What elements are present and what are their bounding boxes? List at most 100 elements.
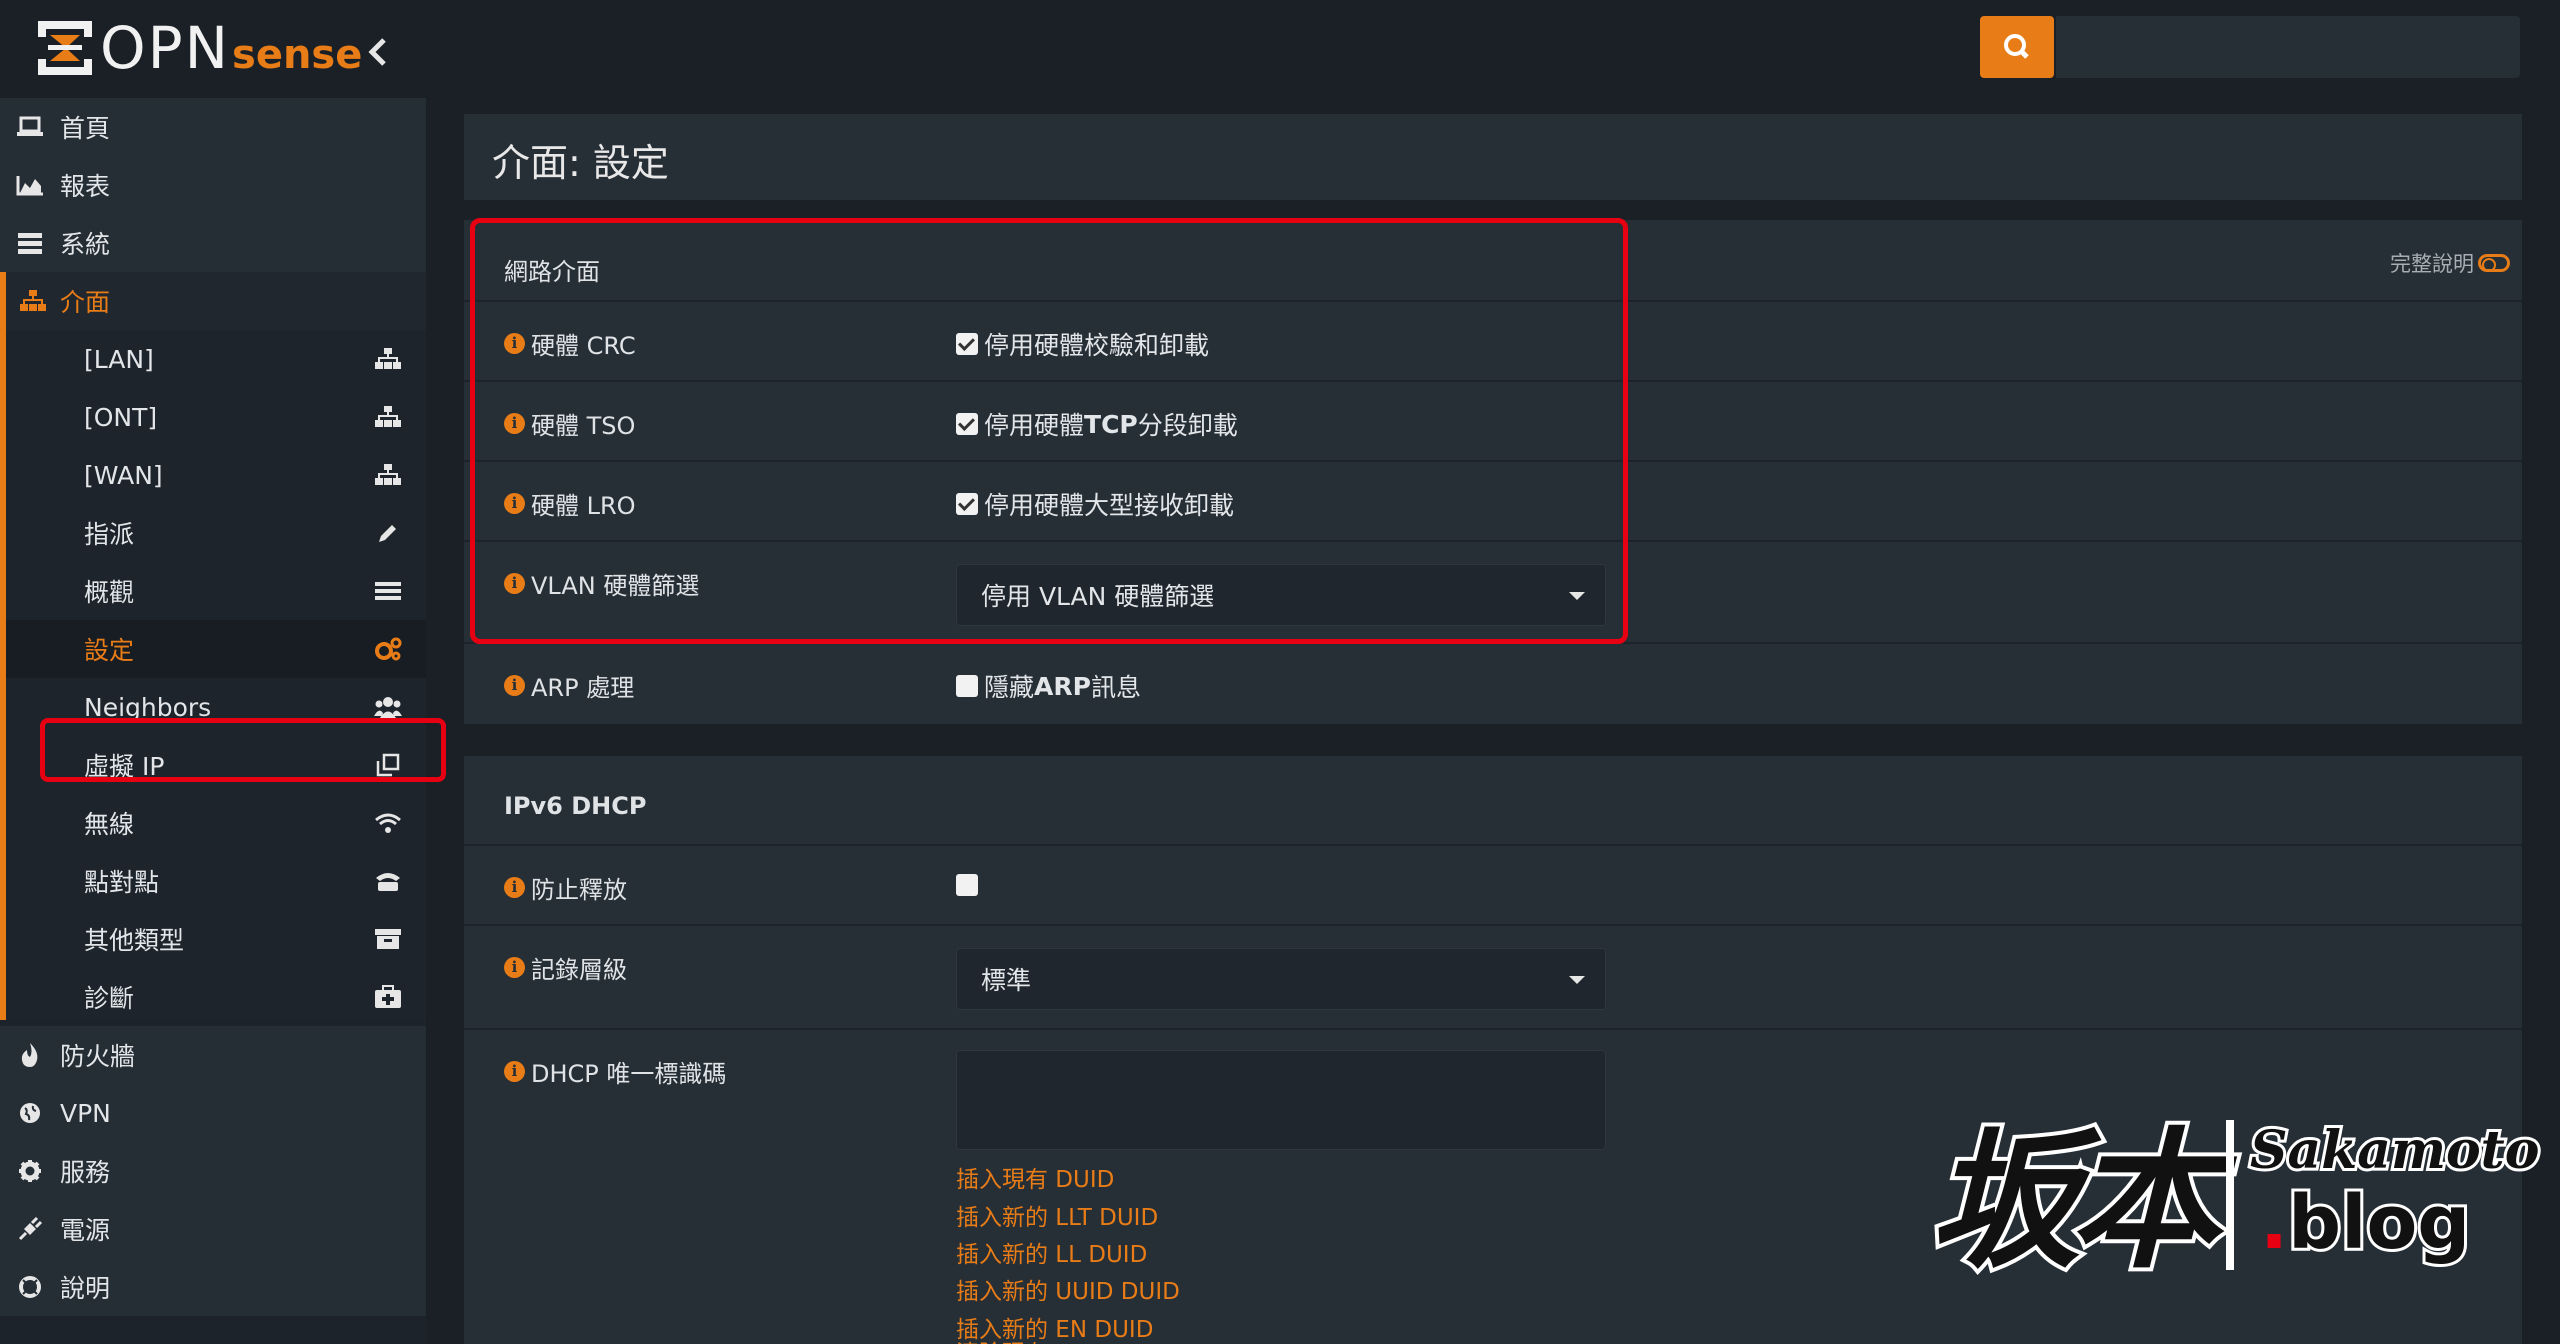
sidebar-item-virtual-ip[interactable]: 虛擬 IP <box>6 736 426 794</box>
network-section-heading: 網路介面 <box>504 258 600 286</box>
vlan-filter-select[interactable]: 停用 VLAN 硬體篩選 <box>956 564 1606 626</box>
sidebar-item-label: 其他類型 <box>84 926 185 955</box>
sidebar-item-settings[interactable]: 設定 <box>6 620 426 678</box>
interfaces-submenu: [LAN] [ONT] [WAN] 指派 概觀 設定 Neighbors 虛擬 <box>0 330 426 1020</box>
sidebar-item-vpn[interactable]: VPN <box>0 1084 426 1142</box>
sidebar-item-label: 設定 <box>84 636 135 665</box>
chevron-left-icon <box>368 38 386 66</box>
info-icon[interactable]: i <box>504 1061 525 1082</box>
duid-label: i DHCP 唯一標識碼 <box>504 1054 726 1089</box>
hardware-crc-row: i 硬體 CRC 停用硬體校驗和卸載 <box>464 300 2522 380</box>
sidebar-item-lan[interactable]: [LAN] <box>6 330 426 388</box>
vlan-filter-row: i VLAN 硬體篩選 停用 VLAN 硬體篩選 <box>464 540 2522 642</box>
sidebar-item-ont[interactable]: [ONT] <box>6 388 426 446</box>
sidebar-item-services[interactable]: 服務 <box>0 1142 426 1200</box>
checkbox-checked[interactable] <box>956 333 978 355</box>
sidebar-item-neighbors[interactable]: Neighbors <box>6 678 426 736</box>
full-help-toggle[interactable]: 完整說明 <box>2390 248 2510 278</box>
collapse-sidebar-button[interactable] <box>364 32 392 72</box>
sidebar-item-label: 虛擬 IP <box>84 752 165 781</box>
sidebar-item-system[interactable]: 系統 <box>0 214 426 272</box>
checkbox-unchecked[interactable] <box>956 874 978 896</box>
log-level-row: i 記錄層級 標準 <box>464 924 2522 1028</box>
sidebar-item-point-to-point[interactable]: 點對點 <box>6 852 426 910</box>
sidebar: 首頁 報表 系統 介面 [LAN] [ONT] [WAN] 指派 概觀 設定 N… <box>0 98 446 1344</box>
sidebar-item-label: [ONT] <box>84 402 158 432</box>
checkbox-label-bold: ARP <box>1034 671 1091 701</box>
sidebar-item-wan[interactable]: [WAN] <box>6 446 426 504</box>
sidebar-item-label: 電源 <box>60 1216 111 1245</box>
insert-llt-duid-link[interactable]: 插入新的 LLT DUID <box>956 1198 1158 1232</box>
sidebar-item-diagnostics[interactable]: 診斷 <box>6 968 426 1026</box>
vlan-filter-label: i VLAN 硬體篩選 <box>504 566 699 601</box>
select-value: 標準 <box>981 966 1032 995</box>
sidebar-item-other-types[interactable]: 其他類型 <box>6 910 426 968</box>
clear-duid-link[interactable]: 清除現有 DUID <box>956 1334 1114 1344</box>
label-text: DHCP 唯一標識碼 <box>531 1060 727 1088</box>
info-icon[interactable]: i <box>504 413 525 434</box>
logo-sense-text: sense <box>232 32 363 78</box>
info-icon[interactable]: i <box>504 675 525 696</box>
sidebar-item-help[interactable]: 說明 <box>0 1258 426 1316</box>
arp-handling-checkbox[interactable]: 隱藏 ARP 訊息 <box>956 668 1141 704</box>
info-icon[interactable]: i <box>504 877 525 898</box>
info-icon[interactable]: i <box>504 573 525 594</box>
laptop-icon <box>0 116 60 138</box>
checkbox-checked[interactable] <box>956 493 978 515</box>
area-chart-icon <box>0 174 60 196</box>
opnsense-logo[interactable]: OPN sense <box>36 16 362 80</box>
sidebar-item-firewall[interactable]: 防火牆 <box>0 1026 426 1084</box>
prevent-release-checkbox[interactable] <box>956 874 984 896</box>
hardware-crc-checkbox[interactable]: 停用硬體校驗和卸載 <box>956 326 1209 362</box>
sidebar-item-power[interactable]: 電源 <box>0 1200 426 1258</box>
list-icon <box>368 580 408 602</box>
checkbox-checked[interactable] <box>956 413 978 435</box>
plug-icon <box>0 1217 60 1241</box>
log-level-select[interactable]: 標準 <box>956 948 1606 1010</box>
globe-icon <box>0 1101 60 1125</box>
sidebar-item-label: VPN <box>60 1098 111 1128</box>
sidebar-item-home[interactable]: 首頁 <box>0 98 426 156</box>
insert-ll-duid-link[interactable]: 插入新的 LL DUID <box>956 1235 1147 1269</box>
ipv6-section-heading: IPv6 DHCP <box>504 792 647 820</box>
sidebar-item-assignments[interactable]: 指派 <box>6 504 426 562</box>
checkbox-unchecked[interactable] <box>956 675 978 697</box>
sidebar-item-wireless[interactable]: 無線 <box>6 794 426 852</box>
cog-icon <box>0 1159 60 1183</box>
caret-down-icon <box>1569 592 1585 600</box>
sidebar-item-label: 介面 <box>60 288 111 317</box>
info-icon[interactable]: i <box>504 493 525 514</box>
info-icon[interactable]: i <box>504 957 525 978</box>
hardware-tso-checkbox[interactable]: 停用硬體 TCP 分段卸載 <box>956 406 1238 442</box>
hardware-crc-label: i 硬體 CRC <box>504 326 636 361</box>
sidebar-item-overview[interactable]: 概觀 <box>6 562 426 620</box>
hardware-lro-checkbox[interactable]: 停用硬體大型接收卸載 <box>956 486 1234 522</box>
label-text: ARP 處理 <box>531 674 635 702</box>
search-button[interactable] <box>1980 16 2054 78</box>
clone-icon <box>368 753 408 777</box>
info-icon[interactable]: i <box>504 333 525 354</box>
sidebar-item-label: 首頁 <box>60 114 111 143</box>
fire-icon <box>0 1042 60 1068</box>
wifi-icon <box>368 812 408 834</box>
hardware-tso-row: i 硬體 TSO 停用硬體 TCP 分段卸載 <box>464 380 2522 460</box>
sidebar-item-label: 服務 <box>60 1158 111 1187</box>
cogs-icon <box>368 637 408 661</box>
sidebar-item-interfaces[interactable]: 介面 <box>0 272 426 330</box>
select-value: 停用 VLAN 硬體篩選 <box>981 582 1215 611</box>
watermark-divider <box>2226 1120 2234 1270</box>
checkbox-label: 停用硬體 <box>984 411 1085 440</box>
checkbox-label: 隱藏 <box>984 673 1035 702</box>
sitemap-icon <box>368 464 408 486</box>
insert-uuid-duid-link[interactable]: 插入新的 UUID DUID <box>956 1272 1180 1306</box>
duid-textarea[interactable] <box>956 1050 1606 1150</box>
search-input[interactable] <box>2056 16 2520 78</box>
sidebar-item-label: 防火牆 <box>60 1042 136 1071</box>
sidebar-item-label: 無線 <box>84 810 135 839</box>
sidebar-item-label: 診斷 <box>84 984 135 1013</box>
hardware-tso-label: i 硬體 TSO <box>504 406 635 441</box>
sidebar-item-label: [LAN] <box>84 344 154 374</box>
network-interfaces-panel: 網路介面 完整說明 i 硬體 CRC 停用硬體校驗和卸載 i 硬體 TSO 停用硬體… <box>464 220 2522 724</box>
insert-existing-duid-link[interactable]: 插入現有 DUID <box>956 1160 1114 1194</box>
sidebar-item-reports[interactable]: 報表 <box>0 156 426 214</box>
